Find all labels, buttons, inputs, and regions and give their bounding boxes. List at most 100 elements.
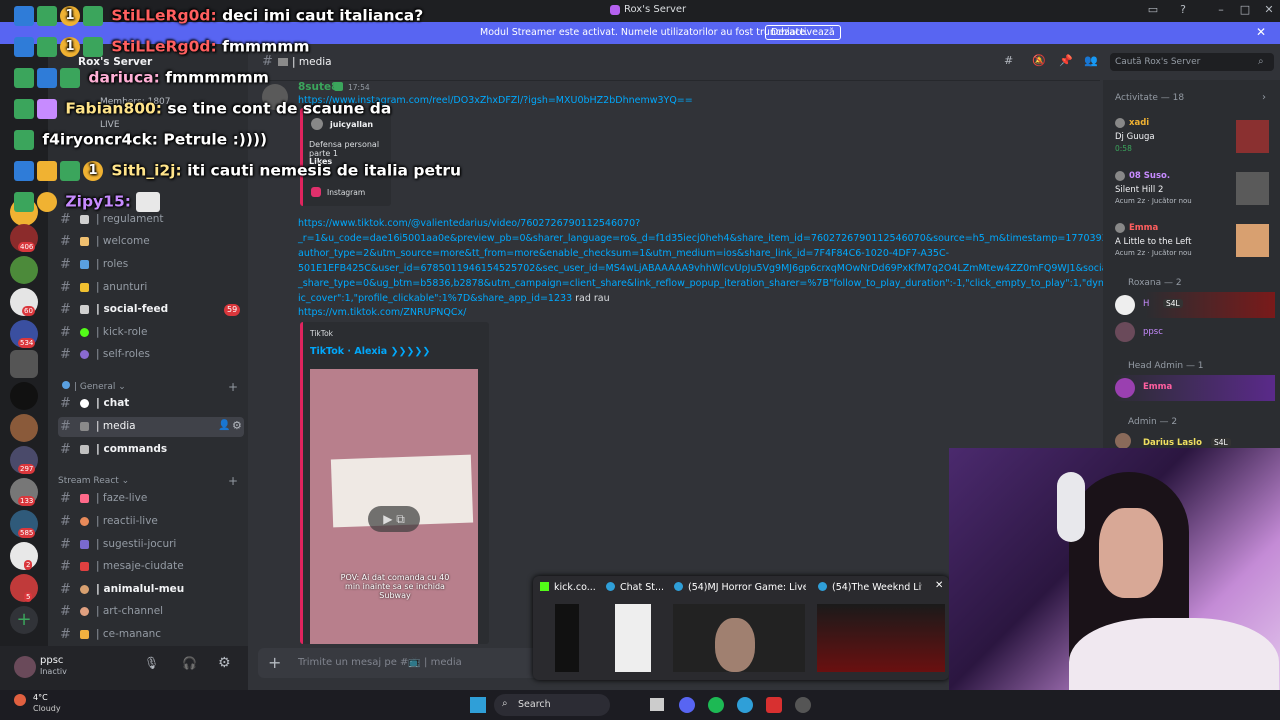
server-icon[interactable]: 534 — [10, 320, 38, 348]
channel-emoji-icon — [80, 517, 89, 526]
minimize-icon[interactable]: – — [1214, 3, 1228, 17]
add-server-icon[interactable]: + — [10, 606, 38, 634]
hash-icon: # — [60, 537, 71, 552]
thumbnail-weeknd[interactable]: (54)The Weeknd Liv... ✕ — [813, 576, 949, 680]
embed-title[interactable]: TikTok · Alexia ❯❯❯❯❯ — [310, 346, 430, 357]
taskbar-search[interactable]: ⌕ Search — [494, 694, 610, 716]
tiktok-long-link[interactable]: https://www.tiktok.com/@valientedarius/v… — [298, 216, 1140, 306]
channel-welcome[interactable]: # | welcome — [58, 232, 244, 252]
windows-start-icon[interactable] — [470, 697, 486, 713]
category-general[interactable]: | General ⌄ — [62, 381, 126, 392]
member-row[interactable]: H S4L — [1113, 292, 1275, 318]
thumbnail-horror-game[interactable]: (54)MJ Horror Game: Live... — [669, 576, 809, 680]
app-icon[interactable] — [795, 697, 811, 713]
channel-mesaje-ciudate[interactable]: # | mesaje-ciudate — [58, 557, 244, 577]
channel-reactii-live[interactable]: # | reactii-live — [58, 512, 244, 532]
edge-app-icon[interactable] — [737, 697, 753, 713]
member-row[interactable]: ppsc — [1113, 320, 1275, 344]
channel-commands[interactable]: # | commands — [58, 440, 244, 460]
channel-self-roles[interactable]: # | self-roles — [58, 345, 244, 365]
activity-title: A Little to the Left — [1115, 237, 1192, 247]
add-member-icon[interactable]: 👤 — [218, 420, 230, 431]
maximize-icon[interactable]: □ — [1238, 3, 1252, 17]
overlay-user: Fabian800: — [65, 99, 163, 118]
member-tag: S4L — [1163, 299, 1183, 308]
add-attachment-icon[interactable]: + — [268, 653, 281, 672]
server-icon[interactable]: 585 — [10, 510, 38, 538]
category-label: | General — [74, 382, 116, 392]
member-row[interactable]: Emma — [1113, 375, 1275, 401]
server-icon[interactable] — [10, 256, 38, 284]
channel-roles[interactable]: # | roles — [58, 255, 244, 275]
play-icon[interactable]: ▶ ⧉ — [368, 506, 420, 532]
overlay-chat-line: 1 StiLLeRg0d: fmmmmm — [0, 37, 310, 65]
channel-social-feed[interactable]: # | social-feed 59 — [58, 300, 244, 320]
channel-faze-live[interactable]: # | faze-live — [58, 489, 244, 509]
close-banner-icon[interactable]: ✕ — [1256, 25, 1266, 39]
channel-anunturi[interactable]: # | anunturi — [58, 278, 244, 298]
channel-label: | animalul-meu — [96, 583, 185, 595]
channel-animalul-meu[interactable]: # | animalul-meu — [58, 580, 244, 600]
gear-icon[interactable]: ⚙ — [232, 419, 242, 432]
user-panel: ppsc Inactiv 🎙 🎧 ⚙ — [0, 646, 248, 690]
crown-icon — [37, 161, 57, 181]
channel-media[interactable]: # | media 👤 ⚙ — [58, 417, 244, 437]
notifications-icon[interactable]: 🔕 — [1032, 54, 1046, 67]
embed-provider: TikTok — [310, 329, 334, 338]
server-icon[interactable]: 133 — [10, 478, 38, 506]
message-author[interactable]: 8sute8 — [298, 81, 338, 93]
headphones-icon[interactable]: 🎧 — [182, 656, 197, 670]
tiktok-embed: TikTok TikTok · Alexia ❯❯❯❯❯ ▶ ⧉ POV: Ai… — [300, 322, 489, 644]
threads-icon[interactable]: # — [1004, 54, 1013, 67]
overlay-message: fmmmmm — [222, 37, 310, 56]
add-channel-icon[interactable]: + — [228, 474, 238, 488]
channel-art-channel[interactable]: # | art-channel — [58, 602, 244, 622]
server-icon[interactable]: 297 — [10, 446, 38, 474]
chevron-right-icon[interactable]: › — [1262, 92, 1266, 103]
close-preview-icon[interactable]: ✕ — [935, 580, 943, 591]
channel-chat[interactable]: # | chat — [58, 394, 244, 414]
search-placeholder: Caută Rox's Server — [1115, 57, 1201, 67]
server-icon[interactable] — [10, 414, 38, 442]
server-icon[interactable]: 2 — [10, 542, 38, 570]
activity-user: 08 Suso. — [1129, 171, 1171, 181]
channel-sugestii-jocuri[interactable]: # | sugestii-jocuri — [58, 535, 244, 555]
server-icon[interactable] — [10, 350, 38, 378]
server-icon[interactable] — [10, 382, 38, 410]
category-stream-react[interactable]: Stream React ⌄ — [58, 476, 129, 486]
server-icon[interactable]: 406 — [10, 224, 38, 252]
discord-app-icon[interactable] — [679, 697, 695, 713]
spotify-app-icon[interactable] — [708, 697, 724, 713]
avatar — [1115, 118, 1125, 128]
disable-streamer-button[interactable]: Dezactivează — [765, 25, 841, 40]
activity-title: Silent Hill 2 — [1115, 185, 1164, 195]
add-channel-icon[interactable]: + — [228, 380, 238, 394]
close-window-icon[interactable]: ✕ — [1262, 3, 1276, 17]
tiktok-short-link[interactable]: https://vm.tiktok.com/ZNRUPNQCx/ — [298, 307, 466, 318]
server-icon[interactable]: 60 — [10, 288, 38, 316]
thumbnail-chat[interactable]: Chat St... — [601, 576, 665, 680]
edge-icon — [674, 582, 683, 591]
channel-ce-mananc[interactable]: # | ce-mananc — [58, 625, 244, 645]
inbox-icon[interactable]: ▭ — [1146, 3, 1160, 17]
pin-icon[interactable]: 📌 — [1059, 54, 1073, 67]
help-icon[interactable]: ? — [1176, 3, 1190, 17]
channel-label: | mesaje-ciudate — [96, 560, 184, 572]
server-icon[interactable]: 5 — [10, 574, 38, 602]
hash-icon: # — [60, 396, 71, 411]
avatar[interactable] — [14, 656, 36, 678]
video-thumbnail[interactable]: ▶ ⧉ POV: Ai dat comanda cu 40 min inaint… — [310, 369, 478, 644]
microphone-icon[interactable]: 🎙 — [144, 656, 159, 670]
overlay-message: deci imi caut italianca? — [222, 6, 424, 25]
thumbnail-kick[interactable]: kick.co... — [533, 576, 597, 680]
search-input[interactable]: Caută Rox's Server ⌕ — [1110, 53, 1274, 71]
overlay-chat-line: 1 Sith_i2j: iti cauti nemesis de italia … — [0, 161, 461, 189]
task-view-icon[interactable] — [650, 698, 664, 711]
app-icon[interactable] — [766, 697, 782, 713]
member-list-icon[interactable]: 👥 — [1084, 54, 1098, 67]
user-settings-icon[interactable]: ⚙ — [218, 655, 231, 671]
channel-kick-role[interactable]: # | kick-role — [58, 323, 244, 343]
embed-description: Defensa personal parte 1 — [309, 140, 380, 158]
activity-user: Emma — [1129, 223, 1159, 233]
badge-icon — [14, 6, 34, 26]
